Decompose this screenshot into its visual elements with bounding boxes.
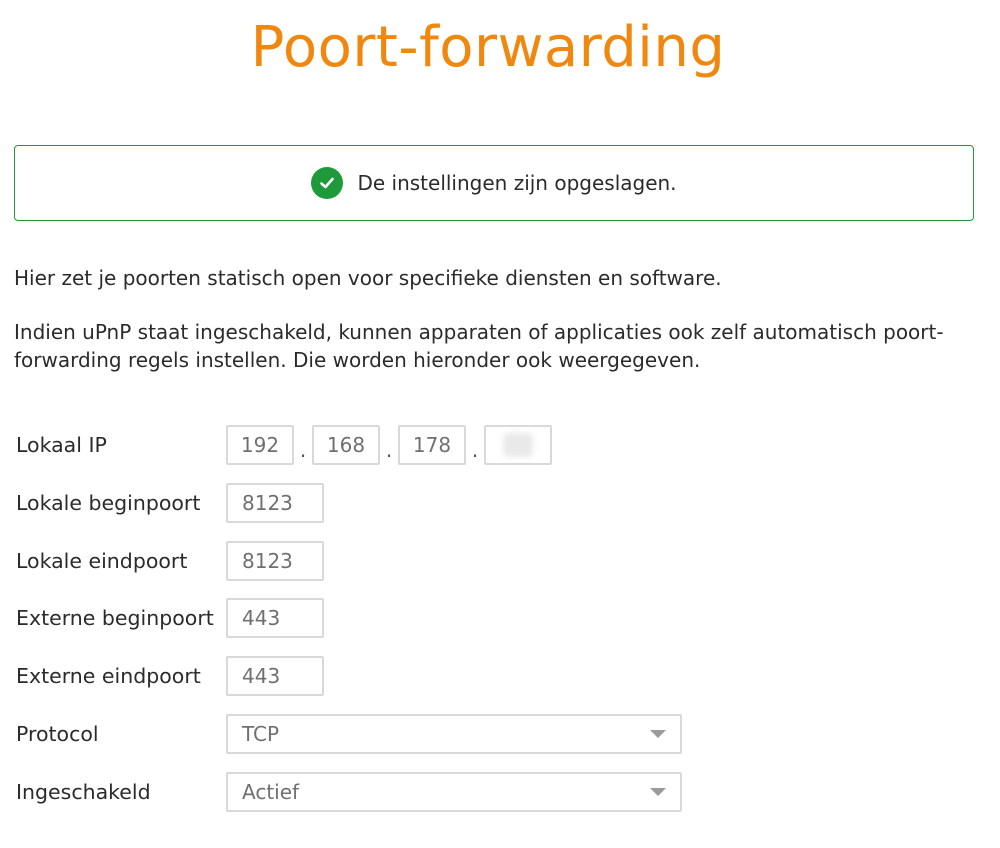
external-end-port-label: Externe eindpoort bbox=[16, 664, 201, 688]
local-ip-label: Lokaal IP bbox=[16, 433, 107, 457]
ip-separator: . bbox=[471, 438, 479, 462]
chevron-down-icon bbox=[650, 730, 666, 738]
local-start-port-label: Lokale beginpoort bbox=[16, 491, 201, 515]
enabled-row: Ingeschakeld Actief bbox=[16, 772, 682, 812]
protocol-row: Protocol TCP bbox=[16, 714, 682, 754]
ip-separator: . bbox=[385, 438, 393, 462]
intro-text: Hier zet je poorten statisch open voor s… bbox=[14, 266, 722, 290]
ip-separator: . bbox=[299, 438, 307, 462]
local-end-port-input[interactable]: 8123 bbox=[226, 541, 324, 581]
chevron-down-icon bbox=[650, 788, 666, 796]
local-ip-input-group: 192 . 168 . 178 . bbox=[226, 425, 552, 465]
protocol-label: Protocol bbox=[16, 722, 99, 746]
alert-message: De instellingen zijn opgeslagen. bbox=[357, 171, 677, 195]
protocol-selected-value: TCP bbox=[242, 722, 280, 746]
ip-octet-4-input[interactable] bbox=[484, 425, 552, 465]
page-title: Poort-forwarding bbox=[250, 15, 726, 80]
ip-octet-1-input[interactable]: 192 bbox=[226, 425, 294, 465]
redacted-value bbox=[503, 433, 533, 457]
ip-octet-3-input[interactable]: 178 bbox=[398, 425, 466, 465]
enabled-label: Ingeschakeld bbox=[16, 780, 151, 804]
external-end-port-row: Externe eindpoort 443 bbox=[16, 656, 324, 696]
enabled-selected-value: Actief bbox=[242, 780, 300, 804]
local-ip-row: Lokaal IP 192 . 168 . 178 . bbox=[16, 425, 552, 465]
local-start-port-row: Lokale beginpoort 8123 bbox=[16, 483, 324, 523]
ip-octet-2-input[interactable]: 168 bbox=[312, 425, 380, 465]
external-start-port-input[interactable]: 443 bbox=[226, 598, 324, 638]
external-start-port-row: Externe beginpoort 443 bbox=[16, 598, 324, 638]
local-end-port-label: Lokale eindpoort bbox=[16, 549, 188, 573]
local-end-port-row: Lokale eindpoort 8123 bbox=[16, 541, 324, 581]
check-circle-icon bbox=[311, 167, 344, 199]
external-end-port-input[interactable]: 443 bbox=[226, 656, 324, 696]
local-start-port-input[interactable]: 8123 bbox=[226, 483, 324, 523]
success-alert: De instellingen zijn opgeslagen. bbox=[14, 145, 974, 221]
protocol-select[interactable]: TCP bbox=[226, 714, 682, 754]
external-start-port-label: Externe beginpoort bbox=[16, 606, 214, 630]
enabled-select[interactable]: Actief bbox=[226, 772, 682, 812]
upnp-note: Indien uPnP staat ingeschakeld, kunnen a… bbox=[14, 320, 944, 372]
